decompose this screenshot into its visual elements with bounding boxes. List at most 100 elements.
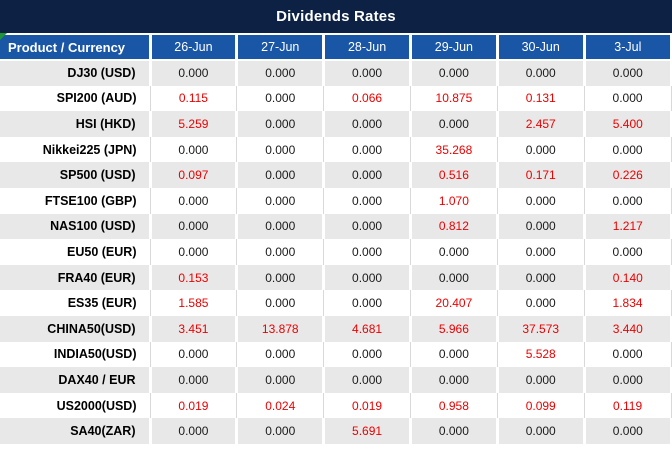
rate-cell: 0.000 — [410, 239, 498, 265]
rate-cell: 0.000 — [236, 239, 325, 265]
product-cell: Nikkei225 (JPN) — [0, 136, 151, 163]
rate-cell: 0.024 — [236, 392, 325, 419]
rate-cell: 0.000 — [236, 162, 326, 188]
rate-cell: 0.000 — [236, 418, 326, 444]
rate-cell: 0.000 — [236, 60, 326, 86]
product-cell: SA40(ZAR) — [0, 418, 152, 444]
product-cell: FRA40 (EUR) — [0, 264, 152, 291]
rate-cell: 0.000 — [323, 136, 411, 163]
rate-cell: 37.573 — [497, 315, 586, 342]
rate-cell: 0.000 — [323, 290, 411, 316]
header-product-currency-label: Product / Currency — [8, 39, 126, 55]
rate-cell: 0.000 — [584, 367, 672, 393]
rate-cell: 0.000 — [584, 136, 672, 163]
product-cell: EU50 (EUR) — [0, 239, 151, 265]
rate-cell: 0.000 — [236, 290, 325, 316]
rate-cell: 0.099 — [497, 392, 585, 419]
rate-cell: 0.000 — [150, 60, 239, 86]
product-cell: DJ30 (USD) — [0, 60, 152, 86]
rate-cell: 1.070 — [410, 187, 498, 214]
product-cell: HSI (HKD) — [0, 111, 152, 137]
table-row: SP500 (USD) 0.097 0.000 0.000 0.516 0.171 0.22… — [0, 162, 672, 188]
rate-cell: 3.451 — [150, 315, 239, 342]
dividends-table: Product / Currency 26-Jun 27-Jun 28-Jun 29-… — [0, 33, 672, 444]
rate-cell: 0.000 — [323, 187, 411, 214]
table-row: FTSE100 (GBP) 0.000 0.000 0.000 1.070 0.000 0.… — [0, 187, 672, 214]
rate-cell: 0.000 — [410, 418, 499, 444]
rate-cell: 1.834 — [584, 290, 672, 316]
rate-cell: 10.875 — [410, 85, 498, 112]
rate-cell: 0.000 — [323, 60, 412, 86]
rate-cell: 20.407 — [410, 290, 498, 316]
table-row: SPI200 (AUD) 0.115 0.000 0.066 10.875 0.131 0.… — [0, 85, 672, 112]
table-row: INDIA50(USD) 0.000 0.000 0.000 0.000 5.528 0.0… — [0, 341, 672, 368]
rate-cell: 0.812 — [410, 213, 499, 240]
rate-cell: 0.000 — [323, 341, 411, 368]
header-date: 3-Jul — [584, 33, 672, 61]
table-row: Nikkei225 (JPN) 0.000 0.000 0.000 35.268 0.00… — [0, 136, 672, 163]
rate-cell: 0.000 — [497, 136, 585, 163]
rate-cell: 0.000 — [150, 367, 239, 393]
product-cell: NAS100 (USD) — [0, 213, 152, 240]
rate-cell: 4.681 — [323, 315, 412, 342]
rate-cell: 0.019 — [323, 392, 411, 419]
table-row: ES35 (EUR) 1.585 0.000 0.000 20.407 0.000 1.83… — [0, 290, 672, 316]
header-date: 29-Jun — [410, 33, 499, 61]
rate-cell: 0.000 — [584, 418, 672, 444]
table-row: SA40(ZAR) 0.000 0.000 5.691 0.000 0.000 0.000 — [0, 418, 672, 444]
rate-cell: 0.000 — [236, 264, 326, 291]
rate-cell: 0.000 — [584, 341, 672, 368]
product-cell: US2000(USD) — [0, 392, 151, 419]
rate-cell: 0.153 — [150, 264, 239, 291]
rate-cell: 5.691 — [323, 418, 412, 444]
rate-cell: 0.000 — [497, 264, 586, 291]
rate-cell: 3.440 — [584, 315, 672, 342]
product-cell: SP500 (USD) — [0, 162, 152, 188]
rate-cell: 0.000 — [410, 60, 499, 86]
table-body: DJ30 (USD) 0.000 0.000 0.000 0.000 0.000 0.000… — [0, 60, 672, 444]
header-date: 27-Jun — [236, 33, 326, 61]
rate-cell: 5.966 — [410, 315, 499, 342]
product-cell: INDIA50(USD) — [0, 341, 151, 368]
table-row: DAX40 / EUR 0.000 0.000 0.000 0.000 0.000 0.00… — [0, 367, 672, 393]
rate-cell: 0.000 — [323, 264, 412, 291]
rate-cell: 0.000 — [150, 239, 238, 265]
table-row: US2000(USD) 0.019 0.024 0.019 0.958 0.099 0.11… — [0, 392, 672, 419]
rate-cell: 0.000 — [150, 136, 238, 163]
rate-cell: 0.000 — [236, 213, 326, 240]
rate-cell: 0.000 — [323, 239, 411, 265]
rate-cell: 0.516 — [410, 162, 499, 188]
rate-cell: 0.000 — [497, 367, 586, 393]
rate-cell: 0.000 — [410, 367, 499, 393]
rate-cell: 0.140 — [584, 264, 672, 291]
rate-cell: 0.000 — [410, 264, 499, 291]
rate-cell: 0.000 — [497, 187, 585, 214]
table-row: EU50 (EUR) 0.000 0.000 0.000 0.000 0.000 0.000 — [0, 239, 672, 265]
rate-cell: 0.000 — [323, 367, 412, 393]
rate-cell: 0.171 — [497, 162, 586, 188]
rate-cell: 0.000 — [150, 341, 238, 368]
rate-cell: 0.000 — [497, 418, 586, 444]
rate-cell: 1.585 — [150, 290, 238, 316]
header-date: 30-Jun — [497, 33, 586, 61]
rate-cell: 0.000 — [150, 187, 238, 214]
rate-cell: 0.000 — [236, 367, 326, 393]
rate-cell: 0.000 — [497, 239, 585, 265]
table-row: DJ30 (USD) 0.000 0.000 0.000 0.000 0.000 0.000 — [0, 60, 672, 86]
rate-cell: 0.226 — [584, 162, 672, 188]
rate-cell: 0.000 — [323, 111, 412, 137]
rate-cell: 0.000 — [236, 136, 325, 163]
rate-cell: 0.000 — [150, 213, 239, 240]
rate-cell: 0.000 — [497, 213, 586, 240]
rate-cell: 0.000 — [236, 111, 326, 137]
rate-cell: 0.000 — [150, 418, 239, 444]
rate-cell: 0.000 — [236, 187, 325, 214]
rate-cell: 0.000 — [323, 213, 412, 240]
rate-cell: 0.000 — [323, 162, 412, 188]
header-row: Product / Currency 26-Jun 27-Jun 28-Jun 29-… — [0, 33, 672, 61]
rate-cell: 5.400 — [584, 111, 672, 137]
excel-green-triangle-icon — [0, 33, 7, 40]
dividends-rates-widget: Dividends Rates Product / Currency 26-Ju… — [0, 0, 672, 444]
title-bar: Dividends Rates — [0, 0, 672, 33]
rate-cell: 5.259 — [150, 111, 239, 137]
